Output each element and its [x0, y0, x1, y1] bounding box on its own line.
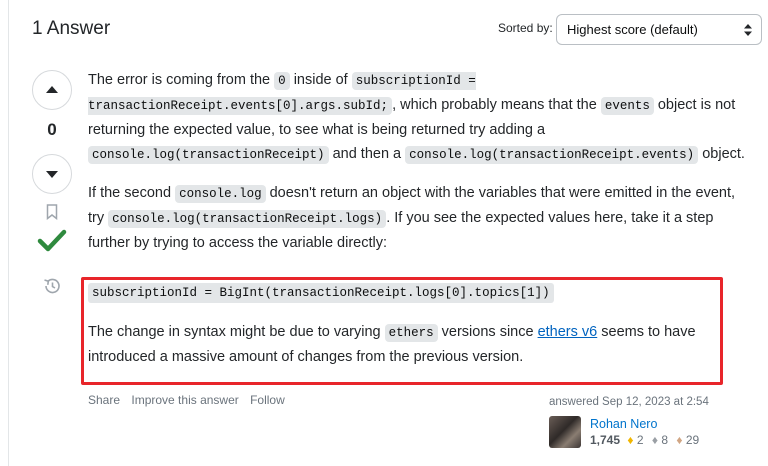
silver-badges: ♦ 8 — [651, 433, 669, 447]
answers-header: 1 Answer Sorted by: Highest score (defau… — [32, 14, 762, 45]
sort-select[interactable]: Highest score (default) — [556, 14, 762, 45]
user-card: answered Sep 12, 2023 at 2:54 Rohan Nero… — [549, 396, 759, 448]
history-icon[interactable] — [42, 276, 62, 296]
silver-badge-icon: ♦ — [651, 433, 658, 447]
answers-count: 1 Answer — [32, 18, 111, 39]
avatar[interactable] — [549, 416, 581, 448]
gold-badge-icon: ♦ — [627, 433, 634, 447]
inline-code: console.log(transactionReceipt.events) — [405, 146, 699, 164]
follow-link[interactable]: Follow — [250, 393, 285, 407]
user-stats: 1,745 ♦ 2 ♦ 8 ♦ 29 — [590, 433, 704, 447]
vote-down-icon — [46, 171, 58, 178]
answered-time: answered Sep 12, 2023 at 2:54 — [549, 396, 709, 408]
inline-code: ethers — [384, 324, 438, 342]
vote-down-button[interactable] — [32, 154, 72, 194]
vote-up-button[interactable] — [32, 70, 72, 110]
user-name[interactable]: Rohan Nero — [590, 417, 657, 431]
sorted-by-label: Sorted by: — [498, 21, 553, 35]
answer-paragraph-3: The change in syntax might be due to var… — [88, 324, 696, 365]
bronze-badge-icon: ♦ — [676, 433, 683, 447]
gold-badges: ♦ 2 — [627, 433, 644, 447]
answer-paragraph-2: If the second console.log doesn't return… — [88, 185, 736, 251]
ethers-v6-link[interactable]: ethers v6 — [538, 324, 598, 340]
post-menu: Share Improve this answer Follow — [88, 393, 293, 407]
answer-body: The error is coming from the 0 inside of… — [88, 68, 748, 269]
left-border — [8, 0, 9, 466]
chevron-up-down-icon — [744, 24, 752, 36]
inline-code: console.log(transactionReceipt.logs) — [108, 210, 387, 228]
answer-paragraph-1: The error is coming from the 0 inside of… — [88, 72, 745, 164]
reputation: 1,745 — [590, 433, 621, 447]
sort-selected-value: Highest score (default) — [567, 22, 698, 37]
inline-code: console.log — [175, 185, 266, 203]
bookmark-icon[interactable] — [46, 204, 58, 220]
vote-up-icon — [46, 86, 58, 93]
accepted-check-icon — [37, 229, 67, 252]
code-block: subscriptionId = BigInt(transactionRecei… — [88, 283, 554, 303]
inline-code: 0 — [274, 72, 290, 90]
share-link[interactable]: Share — [88, 393, 120, 407]
inline-code: console.log(transactionReceipt) — [88, 146, 329, 164]
improve-answer-link[interactable]: Improve this answer — [131, 393, 238, 407]
vote-count: 0 — [47, 120, 57, 139]
inline-code: events — [600, 97, 654, 115]
bronze-badges: ♦ 29 — [676, 433, 700, 447]
